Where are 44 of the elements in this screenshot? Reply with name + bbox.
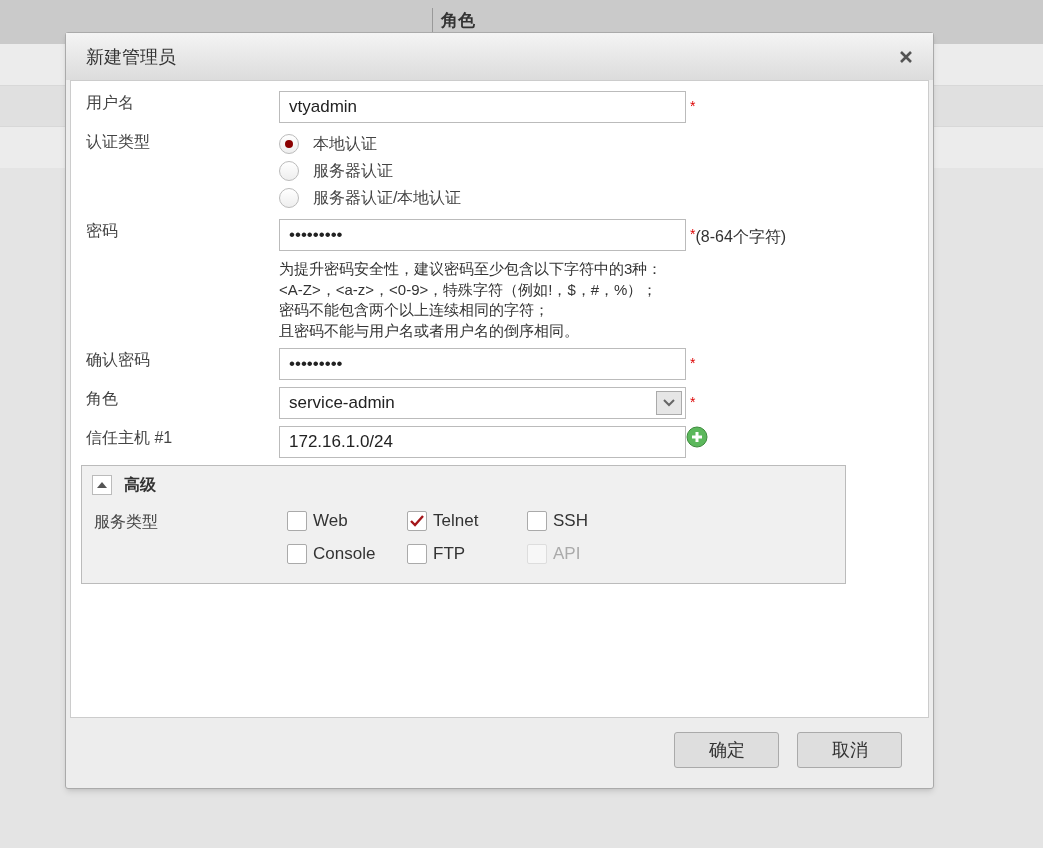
- dialog-button[interactable]: 取消: [797, 732, 902, 768]
- field-label: 认证类型: [86, 133, 150, 150]
- radio-button[interactable]: [279, 133, 299, 154]
- radio-label: 服务器认证: [313, 160, 393, 181]
- required-mark: *: [690, 393, 696, 412]
- field-label: 服务类型: [94, 513, 158, 530]
- required-mark: *: [690, 97, 696, 116]
- required-mark: *: [690, 354, 696, 373]
- radio-button[interactable]: [279, 160, 299, 181]
- field-label: 信任主机 #1: [86, 429, 173, 446]
- field-label: 密码: [86, 222, 118, 239]
- required-mark: *: [690, 225, 696, 242]
- checkbox-label: API: [553, 543, 581, 566]
- password-hint: 为提升密码安全性，建议密码至少包含以下字符中的3种： <A-Z>，<a-z>，<0-9>，特殊字符（例如!，$，#，%）； 密码不能包含两个以上连续相同的字符； 且密码不能与用户名或者用户名的倒序相同。: [279, 259, 664, 341]
- input-field[interactable]: •••••••••: [279, 219, 686, 251]
- checkbox-label: SSH: [553, 510, 588, 533]
- field-label: 用户名: [86, 94, 134, 111]
- input-field[interactable]: •••••••••: [279, 348, 686, 380]
- checkbox-label: FTP: [433, 543, 466, 566]
- checkbox[interactable]: [287, 511, 307, 531]
- triangle-up-icon: [96, 481, 108, 489]
- input-field[interactable]: 172.16.1.0/24: [279, 426, 686, 458]
- select-field[interactable]: service-admin: [279, 387, 686, 419]
- column-header: 角色: [441, 11, 475, 30]
- collapse-toggle[interactable]: [92, 475, 112, 495]
- section-title: 高级: [124, 475, 156, 495]
- checkbox[interactable]: [407, 511, 427, 531]
- dialog-title: 新建管理员: [86, 45, 176, 69]
- radio-button[interactable]: [279, 187, 299, 208]
- dialog-button[interactable]: 确定: [674, 732, 779, 768]
- field-label: 确认密码: [86, 351, 150, 368]
- input-field[interactable]: vtyadmin: [279, 91, 686, 123]
- close-icon[interactable]: [899, 49, 913, 64]
- field-label: 角色: [86, 390, 118, 407]
- checkbox-label: Telnet: [433, 510, 479, 533]
- checkbox[interactable]: [287, 544, 307, 564]
- checkbox[interactable]: [407, 544, 427, 564]
- checkbox[interactable]: [527, 511, 547, 531]
- radio-label: 本地认证: [313, 133, 377, 154]
- add-icon[interactable]: [686, 426, 708, 448]
- checkbox-label: Web: [313, 510, 348, 533]
- radio-label: 服务器认证/本地认证: [313, 187, 462, 208]
- checkbox-label: Console: [313, 543, 376, 566]
- length-note: (8-64个字符): [695, 227, 787, 247]
